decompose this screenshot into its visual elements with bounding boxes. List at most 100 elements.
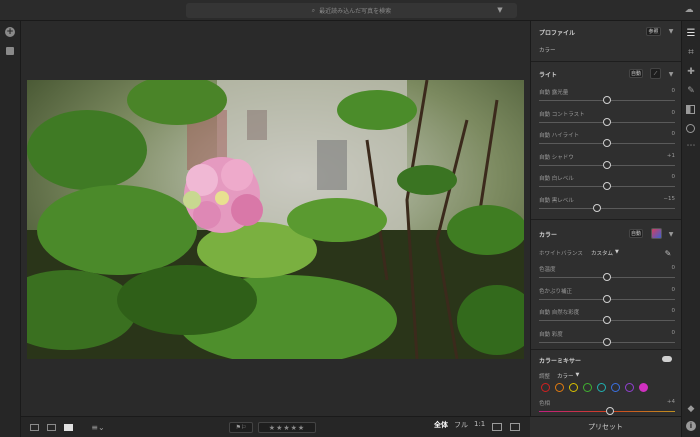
sort-icon[interactable]: ≡⌄ bbox=[89, 422, 107, 432]
slider-value: 0 bbox=[671, 174, 676, 180]
profile-value[interactable]: カラー bbox=[539, 46, 556, 54]
mixer-color-dot[interactable] bbox=[555, 383, 564, 392]
mixer-color-dot[interactable] bbox=[541, 383, 550, 392]
edit-panel: プロファイル 参照 ▼ カラー ライト 自動 ⟋ ▼ 自動 露光量 0 自動 コント… bbox=[530, 21, 682, 437]
slider-label: 自動 ハイライト bbox=[539, 133, 580, 139]
slider-label: 自動 彩度 bbox=[539, 331, 563, 338]
ratio-button[interactable]: 1:1 bbox=[474, 420, 485, 428]
mixer-adjust-label: 調整 bbox=[539, 374, 551, 380]
hue-knob[interactable] bbox=[605, 407, 614, 415]
slider-label: 自動 黒レベル bbox=[539, 197, 574, 204]
mixer-color-dot[interactable] bbox=[625, 383, 634, 392]
divider bbox=[531, 219, 682, 220]
divider bbox=[531, 349, 682, 350]
mixer-color-dot[interactable] bbox=[639, 383, 648, 392]
slider-label: 自動 コントラスト bbox=[539, 111, 585, 118]
gradient-icon[interactable] bbox=[686, 105, 695, 114]
square-grid-icon[interactable] bbox=[47, 424, 56, 431]
chevron-down-icon[interactable]: ▼ bbox=[667, 230, 675, 238]
chevron-down-icon: ▼ bbox=[575, 372, 580, 378]
color-auto-button[interactable]: 自動 bbox=[629, 229, 643, 238]
fill-button[interactable]: フル bbox=[454, 420, 468, 430]
split-view-icon[interactable] bbox=[510, 423, 520, 431]
radial-icon[interactable] bbox=[686, 124, 695, 133]
light-slider[interactable]: 自動 シャドウ +1 bbox=[539, 153, 675, 173]
mixer-color-dot[interactable] bbox=[597, 383, 606, 392]
slider-knob[interactable] bbox=[603, 160, 611, 169]
info-icon[interactable]: i bbox=[686, 421, 696, 431]
slider-knob[interactable] bbox=[603, 294, 611, 303]
chevron-down-icon[interactable]: ▼ bbox=[667, 70, 675, 78]
white-balance-select[interactable]: カスタム ▼ bbox=[591, 249, 619, 257]
slider-knob[interactable] bbox=[603, 117, 611, 126]
color-slider[interactable]: 自動 彩度 0 bbox=[539, 330, 675, 350]
chevron-down-icon[interactable]: ▼ bbox=[667, 27, 675, 35]
profile-title: プロファイル bbox=[539, 30, 576, 37]
detail-view-icon[interactable] bbox=[64, 424, 73, 431]
search-input[interactable]: ⌕ 最近読み込んだ写真を検索 bbox=[186, 3, 517, 18]
flag-icon[interactable]: ⚑⚐ bbox=[229, 422, 253, 433]
color-slider[interactable]: 自動 自然な彩度 0 bbox=[539, 308, 675, 328]
browse-button[interactable]: 参照 bbox=[646, 27, 661, 36]
slider-value: 0 bbox=[671, 308, 676, 314]
top-bar: ⌕ 最近読み込んだ写真を検索 ▼ ☁ bbox=[0, 0, 700, 21]
slider-label: 自動 露光量 bbox=[539, 90, 569, 96]
divider bbox=[531, 61, 682, 62]
slider-knob[interactable] bbox=[603, 273, 611, 281]
photo-preview[interactable] bbox=[27, 80, 524, 359]
tag-icon[interactable]: ◆ bbox=[685, 403, 697, 415]
slider-knob[interactable] bbox=[603, 316, 611, 324]
mixer-color-dot[interactable] bbox=[611, 383, 620, 392]
preset-label: プリセット bbox=[588, 423, 623, 431]
color-slider[interactable]: 色温度 0 bbox=[539, 265, 675, 285]
mixer-color-dot[interactable] bbox=[569, 383, 578, 392]
slider-knob[interactable] bbox=[603, 96, 611, 104]
slider-value: −15 bbox=[663, 195, 675, 202]
more-icon[interactable]: ⋯ bbox=[685, 141, 697, 151]
slider-value: 0 bbox=[671, 88, 676, 94]
color-slider[interactable]: 色かぶり補正 0 bbox=[539, 287, 675, 307]
light-slider[interactable]: 自動 コントラスト 0 bbox=[539, 110, 675, 130]
light-slider[interactable]: 自動 露光量 0 bbox=[539, 88, 675, 108]
brush-icon[interactable]: ✎ bbox=[685, 85, 697, 97]
light-auto-button[interactable]: 自動 bbox=[629, 69, 643, 78]
color-mixer-title: カラーミキサー bbox=[539, 358, 582, 365]
cloud-icon[interactable]: ☁ bbox=[682, 5, 696, 15]
slider-label: 自動 シャドウ bbox=[539, 154, 574, 161]
crop-icon[interactable]: ⌗ bbox=[685, 46, 697, 58]
slider-label: 自動 自然な彩度 bbox=[539, 310, 580, 316]
light-slider[interactable]: 自動 白レベル 0 bbox=[539, 174, 675, 194]
light-slider[interactable]: 自動 ハイライト 0 bbox=[539, 131, 675, 151]
filter-icon[interactable]: ▼ bbox=[495, 5, 505, 15]
hydrangea-photo bbox=[27, 80, 524, 359]
grid-view-icon[interactable] bbox=[30, 424, 39, 431]
search-icon: ⌕ bbox=[311, 6, 316, 14]
rating-stars[interactable]: ★★★★★ bbox=[258, 422, 316, 433]
compare-icon[interactable] bbox=[492, 423, 502, 431]
curve-icon[interactable]: ⟋ bbox=[650, 68, 661, 79]
bottom-toolbar: ≡⌄ ⚑⚐ ★★★★★ 全体 フル 1:1 bbox=[21, 416, 530, 437]
slider-knob[interactable] bbox=[603, 182, 611, 190]
toggle-switch[interactable] bbox=[662, 356, 672, 362]
color-swatch-icon[interactable] bbox=[651, 228, 662, 239]
fit-all-button[interactable]: 全体 bbox=[434, 420, 448, 430]
slider-value: 0 bbox=[671, 286, 676, 293]
edit-sliders-icon[interactable]: ☰ bbox=[685, 27, 697, 39]
eyedropper-icon[interactable]: ✎ bbox=[663, 248, 673, 258]
preset-button[interactable]: プリセット bbox=[530, 416, 681, 437]
healing-icon[interactable]: ✚ bbox=[685, 66, 697, 78]
light-slider[interactable]: 自動 黒レベル −15 bbox=[539, 196, 675, 216]
add-icon[interactable]: + bbox=[5, 27, 15, 37]
slider-track bbox=[539, 207, 675, 209]
slider-label: 自動 白レベル bbox=[539, 176, 574, 182]
chevron-down-icon: ▼ bbox=[615, 249, 619, 255]
mixer-color-dot[interactable] bbox=[583, 383, 592, 392]
slider-knob[interactable] bbox=[593, 203, 602, 212]
slider-label: 色温度 bbox=[539, 267, 556, 273]
library-icon[interactable] bbox=[6, 47, 14, 55]
mixer-adjust-value: カラー bbox=[557, 374, 574, 380]
search-placeholder: 最近読み込んだ写真を検索 bbox=[319, 8, 392, 15]
slider-knob[interactable] bbox=[603, 139, 611, 147]
mixer-adjust-select[interactable]: カラー ▼ bbox=[557, 372, 579, 380]
slider-knob[interactable] bbox=[603, 337, 611, 346]
